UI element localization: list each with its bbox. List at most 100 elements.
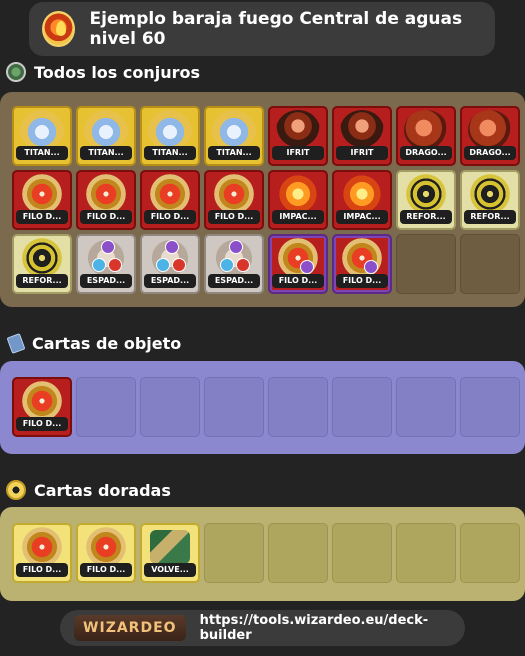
fire-pip-icon [236, 258, 250, 272]
empty-card-slot[interactable] [332, 377, 392, 437]
spell-card[interactable]: TITAN... [12, 106, 72, 166]
filo-card-art-icon [84, 174, 128, 214]
empty-card-slot[interactable] [396, 234, 456, 294]
empty-card-slot[interactable] [268, 523, 328, 583]
spell-card[interactable]: FILO D... [76, 170, 136, 230]
shadow-pip-icon [165, 240, 179, 254]
filo-card-art-icon [20, 381, 64, 421]
spell-card[interactable]: DRAGO... [396, 106, 456, 166]
spell-card[interactable]: TITAN... [204, 106, 264, 166]
card-label: IFRIT [336, 146, 388, 160]
card-label: FILO D... [272, 274, 324, 288]
card-label: TITAN... [144, 146, 196, 160]
empty-card-slot[interactable] [76, 377, 136, 437]
titan-card-art-icon [148, 110, 192, 150]
card-label: IMPAC... [336, 210, 388, 224]
deck-builder-url[interactable]: https://tools.wizardeo.eu/deck-builder [200, 613, 465, 643]
spell-card[interactable]: IFRIT [332, 106, 392, 166]
ice-pip-icon [156, 258, 170, 272]
spell-card[interactable]: IMPAC... [268, 170, 328, 230]
spell-card[interactable]: TITAN... [140, 106, 200, 166]
empty-card-slot[interactable] [204, 377, 264, 437]
spell-card[interactable]: FILO D... [268, 234, 328, 294]
filo-card-art-icon [212, 174, 256, 214]
dragon-card-art-icon [404, 110, 448, 150]
spell-card[interactable]: REFOR... [396, 170, 456, 230]
card-label: IFRIT [272, 146, 324, 160]
card-label: DRAGO... [464, 146, 516, 160]
spell-card[interactable]: IFRIT [268, 106, 328, 166]
refor-card-art-icon [20, 238, 64, 278]
footer-bar: WIZARDEO https://tools.wizardeo.eu/deck-… [60, 610, 465, 646]
ice-pip-icon [92, 258, 106, 272]
empty-card-slot[interactable] [460, 523, 520, 583]
card-label: FILO D... [336, 274, 388, 288]
items-grid: FILO D... [12, 377, 520, 437]
spell-card[interactable]: FILO D... [12, 170, 72, 230]
spell-card[interactable]: IMPAC... [332, 170, 392, 230]
wizardeo-logo[interactable]: WIZARDEO [74, 615, 186, 641]
spell-card[interactable]: REFOR... [12, 234, 72, 294]
card-label: TITAN... [80, 146, 132, 160]
filo-card-art-icon [84, 527, 128, 567]
spell-card[interactable]: ESPAD... [76, 234, 136, 294]
spell-card[interactable]: FILO D... [204, 170, 264, 230]
impact-card-art-icon [340, 174, 384, 214]
spells-icon [6, 62, 26, 82]
shadow-pip-icon [101, 240, 115, 254]
spell-card[interactable]: FILO D... [76, 523, 136, 583]
spell-card[interactable]: VOLVE... [140, 523, 200, 583]
filo-card-art-icon [20, 527, 64, 567]
gold-cards-icon [6, 480, 26, 500]
shadow-pip-icon [364, 260, 378, 274]
card-label: FILO D... [16, 563, 68, 577]
card-label: ESPAD... [208, 274, 260, 288]
empty-card-slot[interactable] [268, 377, 328, 437]
deck-title-bar: Ejemplo baraja fuego Central de aguas ni… [29, 2, 495, 56]
card-label: TITAN... [208, 146, 260, 160]
card-label: FILO D... [80, 563, 132, 577]
items-section-header: Cartas de objeto [6, 333, 181, 353]
card-label: ESPAD... [144, 274, 196, 288]
filo-card-art-icon [340, 238, 384, 278]
spell-card[interactable]: FILO D... [140, 170, 200, 230]
filo-card-art-icon [276, 238, 320, 278]
empty-card-slot[interactable] [396, 523, 456, 583]
card-label: TITAN... [16, 146, 68, 160]
refor-card-art-icon [404, 174, 448, 214]
fire-pip-icon [108, 258, 122, 272]
spells-grid: TITAN... TITAN... TITAN... TITAN... IFRIT IFR… [12, 106, 520, 294]
item-cards-icon [6, 333, 24, 353]
empty-card-slot[interactable] [396, 377, 456, 437]
spell-card[interactable]: ESPAD... [204, 234, 264, 294]
spell-card[interactable]: FILO D... [332, 234, 392, 294]
spell-card[interactable]: FILO D... [12, 523, 72, 583]
ifrit-card-art-icon [340, 110, 384, 150]
spell-card[interactable]: REFOR... [460, 170, 520, 230]
card-label: FILO D... [208, 210, 260, 224]
spell-card[interactable]: DRAGO... [460, 106, 520, 166]
gold-grid: FILO D... FILO D... VOLVE... [12, 523, 520, 583]
gold-heading: Cartas doradas [34, 480, 171, 500]
refor-card-art-icon [468, 174, 512, 214]
empty-card-slot[interactable] [140, 377, 200, 437]
card-label: FILO D... [144, 210, 196, 224]
spell-card[interactable]: FILO D... [12, 377, 72, 437]
deck-title: Ejemplo baraja fuego Central de aguas ni… [89, 9, 463, 49]
fire-school-icon [42, 11, 75, 47]
empty-card-slot[interactable] [460, 377, 520, 437]
shadow-pip-icon [300, 260, 314, 274]
card-label: IMPAC... [272, 210, 324, 224]
titan-card-art-icon [212, 110, 256, 150]
items-heading: Cartas de objeto [32, 333, 182, 353]
volve-card-art-icon [150, 530, 190, 564]
titan-card-art-icon [84, 110, 128, 150]
empty-card-slot[interactable] [204, 523, 264, 583]
dragon-card-art-icon [468, 110, 512, 150]
spell-card[interactable]: TITAN... [76, 106, 136, 166]
ifrit-card-art-icon [276, 110, 320, 150]
empty-card-slot[interactable] [460, 234, 520, 294]
spell-card[interactable]: ESPAD... [140, 234, 200, 294]
card-label: VOLVE... [144, 563, 196, 577]
empty-card-slot[interactable] [332, 523, 392, 583]
